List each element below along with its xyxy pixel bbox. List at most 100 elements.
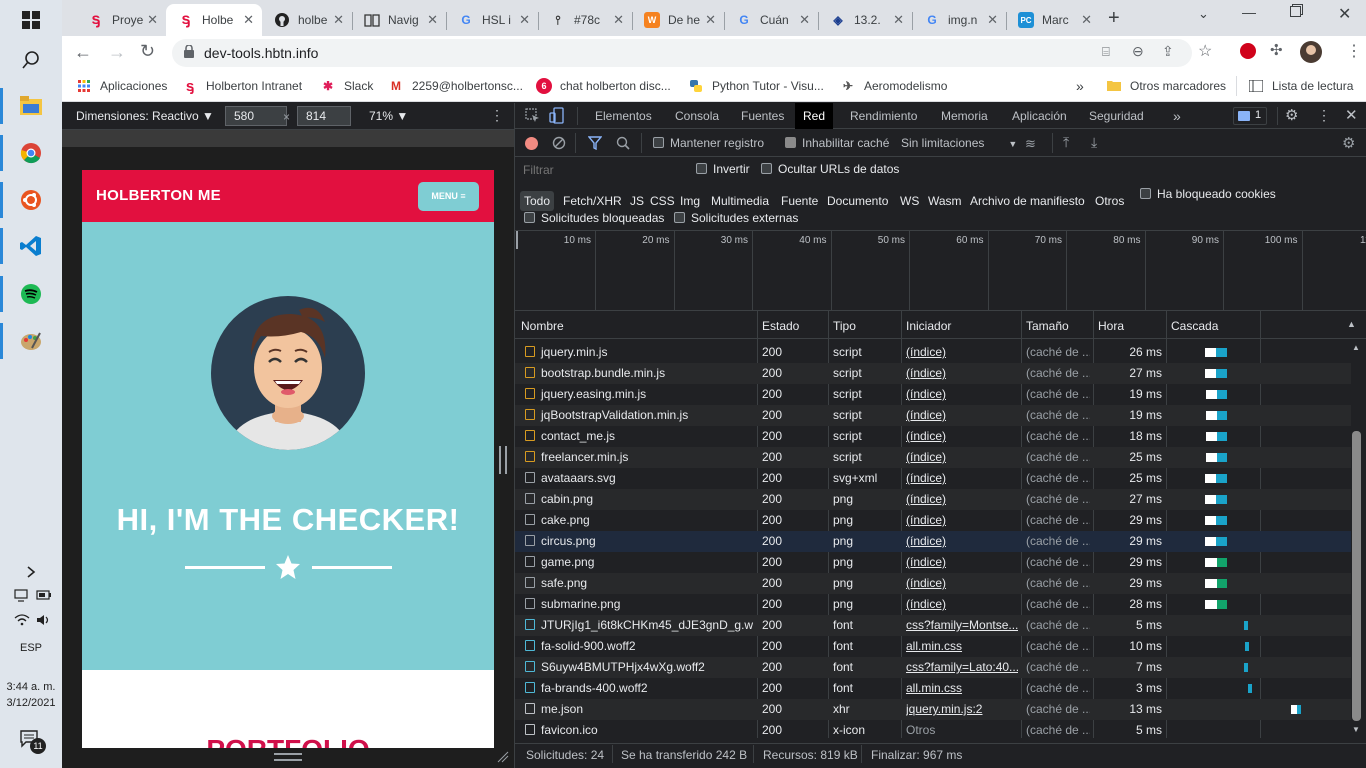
menu-button[interactable]: MENU ≡ [418, 182, 479, 211]
cell-name[interactable]: freelancer.min.js [525, 447, 753, 468]
browser-tab[interactable]: PC Marc ✕ [1006, 4, 1100, 36]
width-input[interactable]: 580 [225, 106, 287, 126]
puzzle-icon[interactable]: ✣ [1270, 41, 1283, 59]
import-har-icon[interactable]: ⤒ [1063, 134, 1069, 151]
issues-badge[interactable]: 1 [1233, 107, 1267, 125]
filter-type-media[interactable]: Multimedia [711, 191, 769, 211]
requests-scrollbar[interactable]: ▲ ▼ [1349, 339, 1363, 739]
browser-tab[interactable]: ⫯ #78c ✕ [538, 4, 632, 36]
close-icon[interactable]: ✕ [799, 12, 810, 28]
filter-type-js[interactable]: JS [630, 191, 644, 211]
new-tab-icon[interactable]: + [1108, 7, 1120, 30]
cell-initiator[interactable]: Otros [906, 720, 1018, 741]
resize-handle-right[interactable] [499, 446, 507, 474]
table-row[interactable]: me.json 200 xhr jquery.min.js:2 (caché de ..… [515, 699, 1351, 720]
column-header-name[interactable]: Nombre [521, 319, 564, 333]
close-icon[interactable]: ✕ [519, 12, 530, 28]
export-har-icon[interactable]: ⤓ [1091, 134, 1097, 151]
filter-type-wasm[interactable]: Wasm [928, 191, 962, 211]
height-input[interactable]: 814 [297, 106, 351, 126]
table-row[interactable]: submarine.png 200 png (índice) (caché de ...… [515, 594, 1351, 615]
zoom-icon[interactable]: ⊖ [1132, 43, 1144, 60]
tab-application[interactable]: Aplicación [1004, 103, 1075, 129]
bookmark-gmail[interactable]: M 2259@holbertonsc... [388, 76, 523, 96]
search-icon[interactable] [11, 40, 51, 80]
cell-name[interactable]: JTURjIg1_i6t8kCHKm45_dJE3gnD_g.w... [525, 615, 753, 636]
network-conditions-icon[interactable]: ≋ [1025, 136, 1036, 152]
close-icon[interactable]: ✕ [987, 12, 998, 28]
cell-initiator[interactable]: (índice) [906, 342, 1018, 363]
share-icon[interactable]: ⇪ [1162, 43, 1174, 60]
cell-initiator[interactable]: (índice) [906, 384, 1018, 405]
filter-type-font[interactable]: Fuente [781, 191, 818, 211]
cell-initiator[interactable]: css?family=Lato:40... [906, 657, 1018, 678]
chevron-down-icon[interactable]: ⌄ [1198, 6, 1209, 22]
cell-initiator[interactable]: (índice) [906, 510, 1018, 531]
column-header-initiator[interactable]: Iniciador [906, 319, 951, 333]
cell-name[interactable]: jquery.easing.min.js [525, 384, 753, 405]
table-row[interactable]: freelancer.min.js 200 script (índice) (caché… [515, 447, 1351, 468]
url-text[interactable]: dev-tools.hbtn.info [204, 45, 318, 61]
tab-performance[interactable]: Rendimiento [842, 103, 925, 129]
browser-tab[interactable]: ᶊ Proye ✕ [76, 4, 166, 36]
minimize-icon[interactable]: — [1242, 4, 1256, 20]
filter-type-ws[interactable]: WS [900, 191, 919, 211]
volume-icon[interactable] [36, 613, 52, 627]
bookmark-aeromodelismo[interactable]: ✈ Aeromodelismo [840, 76, 947, 96]
timeline-handle[interactable] [516, 231, 518, 249]
browser-tab[interactable]: ◈ 13.2. ✕ [818, 4, 912, 36]
more-tabs-button[interactable]: » [1165, 103, 1189, 129]
table-row[interactable]: jquery.min.js 200 script (índice) (caché de … [515, 342, 1351, 363]
filter-type-doc[interactable]: Documento [827, 191, 888, 211]
wifi-icon[interactable] [14, 613, 30, 627]
invert-checkbox[interactable]: Invertir [696, 162, 750, 176]
column-header-time[interactable]: Hora [1098, 319, 1124, 333]
cell-name[interactable]: S6uyw4BMUTPHjx4wXg.woff2 [525, 657, 753, 678]
translate-icon[interactable]: ⌸ [1102, 44, 1110, 60]
filter-type-manifest[interactable]: Archivo de manifiesto [970, 191, 1085, 211]
third-party-checkbox[interactable]: Solicitudes externas [674, 211, 798, 225]
blocked-requests-checkbox[interactable]: Solicitudes bloqueadas [524, 211, 664, 225]
table-row[interactable]: bootstrap.bundle.min.js 200 script (índice)… [515, 363, 1351, 384]
browser-tab[interactable]: G img.n ✕ [912, 4, 1006, 36]
bookmarks-overflow[interactable]: » [1076, 76, 1084, 96]
language-indicator[interactable]: ESP [0, 642, 62, 654]
tab-security[interactable]: Seguridad [1081, 103, 1152, 129]
cell-name[interactable]: fa-brands-400.woff2 [525, 678, 753, 699]
extension-icon[interactable] [1240, 43, 1256, 59]
cell-name[interactable]: jqBootstrapValidation.min.js [525, 405, 753, 426]
brand-link[interactable]: HOLBERTON ME [96, 187, 221, 204]
record-icon[interactable] [525, 137, 538, 150]
paint-icon[interactable] [11, 321, 51, 361]
bookmark-other-folder[interactable]: Otros marcadores [1106, 76, 1226, 96]
cell-name[interactable]: me.json [525, 699, 753, 720]
clear-icon[interactable] [552, 136, 566, 153]
table-row[interactable]: S6uyw4BMUTPHjx4wXg.woff2 200 font css?famil… [515, 657, 1351, 678]
back-icon[interactable]: ← [74, 42, 92, 63]
bookmark-python-tutor[interactable]: Python Tutor - Visu... [688, 76, 824, 96]
restore-icon[interactable] [1290, 6, 1301, 17]
reload-icon[interactable]: ↻ [140, 41, 155, 62]
preserve-log-checkbox[interactable]: Mantener registro [653, 136, 764, 150]
cell-initiator[interactable]: (índice) [906, 468, 1018, 489]
filter-type-css[interactable]: CSS [650, 191, 675, 211]
column-header-size[interactable]: Tamaño [1026, 319, 1069, 333]
network-settings-gear-icon[interactable]: ⚙ [1342, 134, 1355, 152]
cell-name[interactable]: cake.png [525, 510, 753, 531]
table-row[interactable]: game.png 200 png (índice) (caché de ... 29 ms [515, 552, 1351, 573]
close-icon[interactable]: ✕ [1081, 12, 1092, 28]
close-icon[interactable]: ✕ [705, 12, 716, 28]
dimensions-dropdown[interactable]: Dimensiones: Reactivo ▼ [76, 109, 214, 123]
filter-type-other[interactable]: Otros [1095, 191, 1124, 211]
sort-arrow-icon[interactable]: ▲ [1347, 319, 1356, 329]
browser-tab[interactable]: G Cuán ✕ [724, 4, 818, 36]
tab-network[interactable]: Red [795, 103, 834, 129]
windows-start-icon[interactable] [11, 0, 51, 40]
cell-name[interactable]: fa-solid-900.woff2 [525, 636, 753, 657]
tab-console[interactable]: Consola [667, 103, 727, 129]
resize-corner-icon[interactable] [497, 751, 509, 763]
blocked-cookies-checkbox[interactable]: Ha bloqueado cookies [1140, 187, 1276, 201]
inspect-icon[interactable] [525, 108, 540, 126]
spotify-icon[interactable] [11, 274, 51, 314]
close-icon[interactable]: ✕ [333, 12, 344, 28]
